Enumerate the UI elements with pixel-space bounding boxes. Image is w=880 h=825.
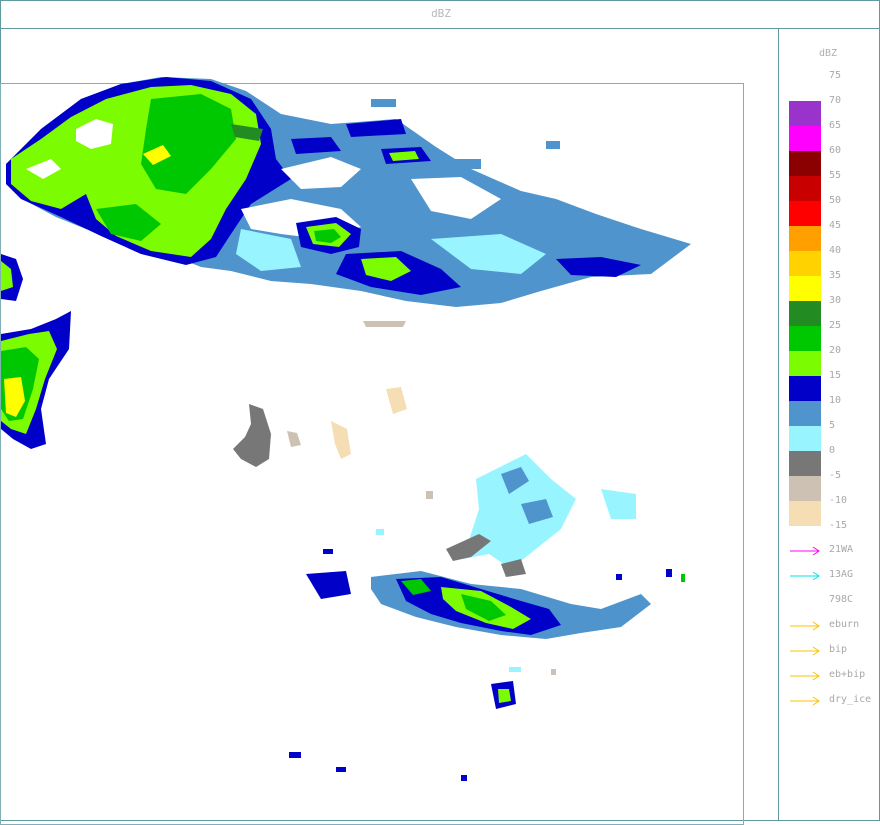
color-swatch	[789, 201, 821, 226]
color-swatch	[789, 301, 821, 326]
scale-label: -5	[829, 470, 842, 481]
weak-echo-center	[233, 321, 433, 499]
scale-label: 5	[829, 420, 836, 431]
legend-unit-label: dBZ	[819, 48, 838, 59]
color-swatch	[789, 426, 821, 451]
flight-legend-label: bip	[829, 644, 848, 655]
flight-legend-label: 21WA	[829, 544, 854, 555]
scale-label: 70	[829, 95, 842, 106]
scale-label: 55	[829, 170, 842, 181]
flight-arrow-icon	[790, 621, 820, 631]
scale-label: 45	[829, 220, 842, 231]
storm-west-edge	[1, 254, 71, 449]
color-swatch	[789, 451, 821, 476]
scale-label: 35	[829, 270, 842, 281]
radar-map-panel[interactable]	[0, 28, 779, 825]
flight-arrow-icon	[790, 546, 820, 556]
color-swatch	[789, 476, 821, 501]
flight-legend-label: eb+bip	[829, 669, 866, 680]
flight-arrow-icon	[790, 571, 820, 581]
color-swatch	[789, 101, 821, 126]
title-bar: dBZ	[0, 0, 880, 29]
color-swatch	[789, 376, 821, 401]
color-swatch	[789, 151, 821, 176]
storm-band-north	[6, 77, 691, 307]
scale-label-top: 75	[829, 70, 842, 81]
flight-legend-label: eburn	[829, 619, 860, 630]
scale-label: 10	[829, 395, 842, 406]
legend-panel: dBZ 75 70 65 60 55 50 45 40 35 30 25 20 15 10 5 0 -5 -10-…	[778, 28, 880, 821]
scale-label: 30	[829, 295, 842, 306]
radar-reflectivity-map	[1, 77, 691, 781]
color-swatch	[789, 326, 821, 351]
color-swatch	[789, 401, 821, 426]
color-swatch	[789, 126, 821, 151]
flight-legend-label: 798C	[829, 594, 854, 605]
scale-label-bottom: -15	[829, 520, 848, 531]
color-swatch	[789, 176, 821, 201]
scale-label: 50	[829, 195, 842, 206]
scale-label: 60	[829, 145, 842, 156]
scale-label: -10	[829, 495, 848, 506]
flight-legend-label: dry_ice	[829, 694, 872, 705]
color-swatch	[789, 226, 821, 251]
scale-label: 20	[829, 345, 842, 356]
color-swatch	[789, 351, 821, 376]
scale-label: 0	[829, 445, 836, 456]
scale-label: 25	[829, 320, 842, 331]
color-swatch	[789, 251, 821, 276]
window-title: dBZ	[431, 7, 451, 20]
flight-arrow-icon	[790, 671, 820, 681]
flight-arrow-icon	[790, 646, 820, 656]
storm-southeast	[306, 454, 651, 709]
scale-label: 15	[829, 370, 842, 381]
color-swatch	[789, 276, 821, 301]
flight-legend-label: 13AG	[829, 569, 854, 580]
scale-label: 65	[829, 120, 842, 131]
scale-label: 40	[829, 245, 842, 256]
color-swatch	[789, 501, 821, 526]
flight-arrow-icon	[790, 696, 820, 706]
